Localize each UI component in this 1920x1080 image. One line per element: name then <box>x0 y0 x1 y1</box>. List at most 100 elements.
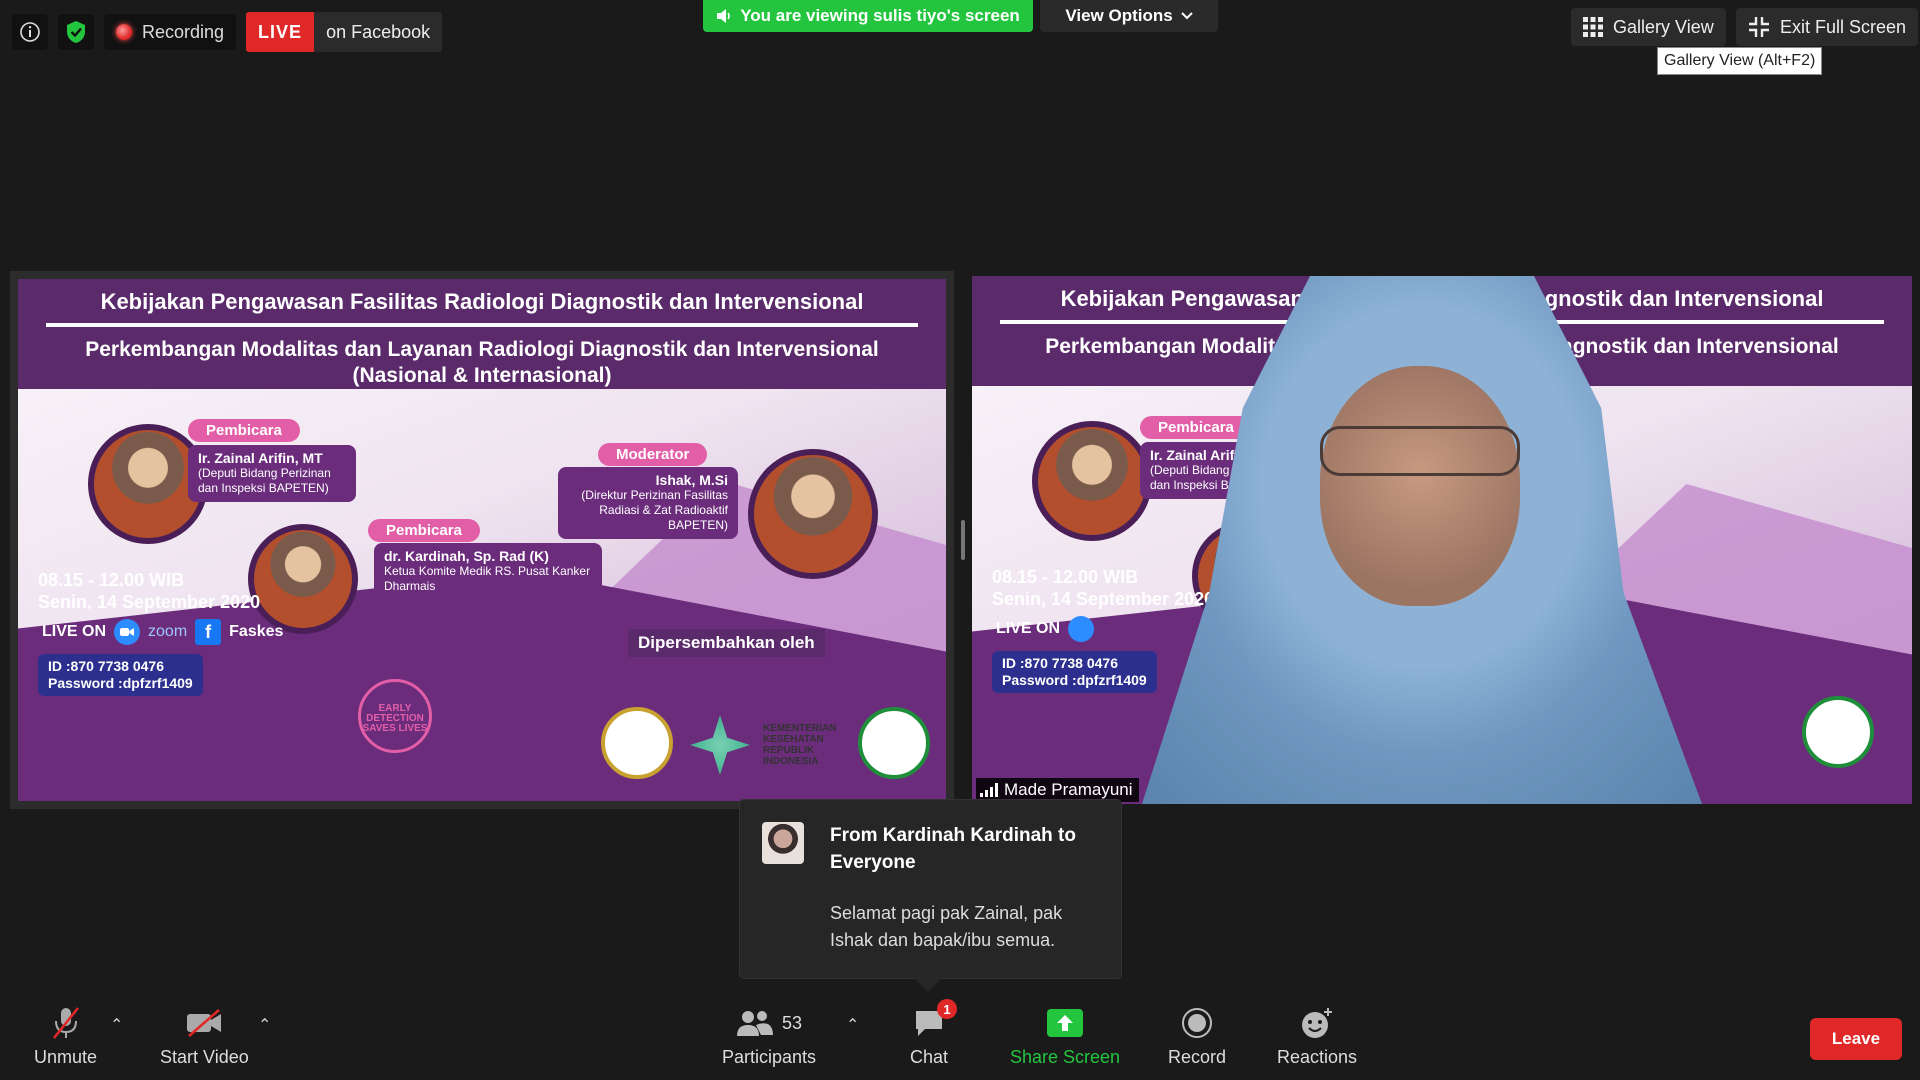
signal-strength-icon <box>980 783 998 797</box>
moderator-role: (Direktur Perizinan Fasilitas Radiasi & … <box>581 488 728 532</box>
muted-mic-icon <box>51 1005 81 1041</box>
reactions-icon-wrap <box>1300 1005 1334 1041</box>
chat-sender: From Kardinah Kardinah to Everyone <box>830 825 1076 873</box>
meeting-password: Password :dpfzrf1409 <box>48 675 193 691</box>
live-badge: LIVE <box>246 12 315 52</box>
share-screen-icon <box>1047 1009 1084 1037</box>
top-left-controls: Recording LIVE on Facebook <box>12 12 443 52</box>
participants-icon <box>737 1011 773 1036</box>
chat-icon-wrap: 1 <box>913 999 958 1041</box>
viewing-screen-banner: You are viewing sulis tiyo's screen <box>703 0 1033 32</box>
live-on-row: LIVE ON zoom f Faskes <box>42 619 283 645</box>
speaker1-tag: Pembicara <box>188 419 300 442</box>
facebook-logo-icon: f <box>195 619 222 645</box>
zoom-label: zoom <box>148 623 188 640</box>
share-screen-label: Share Screen <box>1010 1047 1121 1067</box>
presented-by: Dipersembahkan oleh <box>628 629 825 657</box>
recording-label: Recording <box>142 21 225 42</box>
security-button[interactable] <box>58 14 94 50</box>
slide-title: Kebijakan Pengawasan Fasilitas Radiologi… <box>100 289 864 314</box>
bg-meeting-id: ID :870 7738 0476 <box>1002 655 1118 671</box>
reactions-label: Reactions <box>1277 1047 1358 1067</box>
start-video-button[interactable]: Start Video <box>160 1005 249 1068</box>
info-button[interactable] <box>12 14 48 50</box>
event-time-range: 08.15 - 12.00 WIB <box>38 570 185 590</box>
unmute-button[interactable]: Unmute <box>34 1005 97 1068</box>
participants-options-chevron-icon[interactable]: ⌃ <box>846 1015 859 1035</box>
speaker1-name: Ir. Zainal Arifin, MT <box>198 450 323 466</box>
video-off-icon <box>185 1005 223 1041</box>
speaker2-card: dr. Kardinah, Sp. Rad (K) Ketua Komite M… <box>374 543 602 600</box>
participants-count: 53 <box>782 1012 803 1033</box>
audio-options-chevron-icon[interactable]: ⌃ <box>110 1015 123 1035</box>
chat-button[interactable]: 1 Chat <box>910 999 958 1068</box>
bg-live-on-row: LIVE ON <box>996 616 1095 642</box>
reactions-button[interactable]: Reactions <box>1277 1005 1357 1068</box>
view-options-button[interactable]: View Options <box>1040 0 1218 32</box>
start-video-label: Start Video <box>160 1047 249 1067</box>
slide-subtitle: Perkembangan Modalitas dan Layanan Radio… <box>18 337 946 389</box>
participant-name-tag: Made Pramayuni <box>976 778 1139 802</box>
viewing-banner-text: You are viewing sulis tiyo's screen <box>740 6 1020 25</box>
tile-resize-handle[interactable] <box>961 520 965 560</box>
live-destination: on Facebook <box>326 21 431 42</box>
record-icon-wrap <box>1181 1005 1213 1041</box>
event-date: Senin, 14 September 2020 <box>38 592 261 612</box>
shared-screen-tile[interactable]: Kebijakan Pengawasan Fasilitas Radiologi… <box>10 271 954 809</box>
bg-zoom-logo-icon <box>1068 616 1095 642</box>
sender-avatar <box>762 822 804 864</box>
exit-full-screen-label: Exit Full Screen <box>1780 16 1907 37</box>
slide-subtitle-line1: Perkembangan Modalitas dan Layanan Radio… <box>85 338 879 361</box>
shield-icon <box>67 21 85 43</box>
bg-dharmais-seal-icon <box>1802 696 1874 768</box>
speaker1-card: Ir. Zainal Arifin, MT (Deputi Bidang Per… <box>188 445 356 502</box>
ribbon-text: EARLY DETECTION SAVES LIVES <box>362 703 428 734</box>
record-button[interactable]: Record <box>1168 1005 1226 1068</box>
participant-video-tile[interactable]: Kebijakan Pengawasan Fasilitas Radiologi… <box>972 276 1912 804</box>
bg-live-on-label: LIVE ON <box>996 620 1061 637</box>
video-options-chevron-icon[interactable]: ⌃ <box>258 1015 271 1035</box>
popup-pointer <box>913 963 943 993</box>
chat-message: Selamat pagi pak Zainal, pak Ishak dan b… <box>830 903 1063 950</box>
kemenkes-text: KEMENTERIAN KESEHATAN REPUBLIK INDONESIA <box>763 723 837 767</box>
participant-face <box>1320 366 1520 606</box>
faskes-label: Faskes <box>229 623 284 640</box>
info-icon <box>20 22 40 42</box>
participants-button[interactable]: 53 Participants <box>722 1005 816 1068</box>
unmute-label: Unmute <box>34 1047 98 1067</box>
view-options-label: View Options <box>1065 6 1173 25</box>
leave-button[interactable]: Leave <box>1810 1018 1902 1060</box>
webinar-slide: Kebijakan Pengawasan Fasilitas Radiologi… <box>18 279 946 801</box>
speaker2-role: Ketua Komite Medik RS. Pusat Kanker Dhar… <box>384 564 591 593</box>
dharmais-seal-icon <box>858 707 930 779</box>
bg-meeting-password: Password :dpfzrf1409 <box>1002 672 1147 688</box>
speaker-icon <box>717 9 730 23</box>
participant-glasses <box>1320 426 1520 476</box>
chat-unread-badge: 1 <box>937 999 958 1019</box>
meeting-id: ID :870 7738 0476 <box>48 658 164 674</box>
share-screen-icon-wrap <box>1047 1005 1084 1041</box>
exit-fullscreen-icon <box>1749 17 1769 37</box>
exit-full-screen-button[interactable]: Exit Full Screen <box>1736 8 1919 46</box>
recording-indicator[interactable]: Recording <box>104 14 237 50</box>
gallery-view-label: Gallery View <box>1613 16 1714 37</box>
live-stream-indicator[interactable]: LIVE on Facebook <box>246 12 443 52</box>
gallery-view-button[interactable]: Gallery View <box>1571 8 1726 46</box>
speaker2-photo <box>248 524 358 634</box>
event-time: 08.15 - 12.00 WIB Senin, 14 September 20… <box>38 569 260 613</box>
gallery-view-tooltip: Gallery View (Alt+F2) <box>1657 47 1823 75</box>
meeting-credentials: ID :870 7738 0476 Password :dpfzrf1409 <box>38 654 203 696</box>
bg-speaker1-photo <box>1032 421 1152 541</box>
moderator-name: Ishak, M.Si <box>655 472 728 488</box>
participants-icon-row: 53 <box>736 1005 802 1041</box>
speaker2-tag: Pembicara <box>368 519 480 542</box>
live-on-label: LIVE ON <box>42 623 107 640</box>
participants-label: Participants <box>722 1047 817 1067</box>
chat-notification-popup[interactable]: From Kardinah Kardinah to Everyone Selam… <box>740 800 1121 993</box>
moderator-tag: Moderator <box>598 443 708 466</box>
bg-meeting-credentials: ID :870 7738 0476 Password :dpfzrf1409 <box>992 651 1157 693</box>
share-screen-button[interactable]: Share Screen <box>1010 1005 1120 1068</box>
speaker1-role: (Deputi Bidang Perizinan dan Inspeksi BA… <box>198 466 331 495</box>
reactions-icon <box>1302 1008 1333 1038</box>
participant-name: Made Pramayuni <box>1004 780 1133 799</box>
